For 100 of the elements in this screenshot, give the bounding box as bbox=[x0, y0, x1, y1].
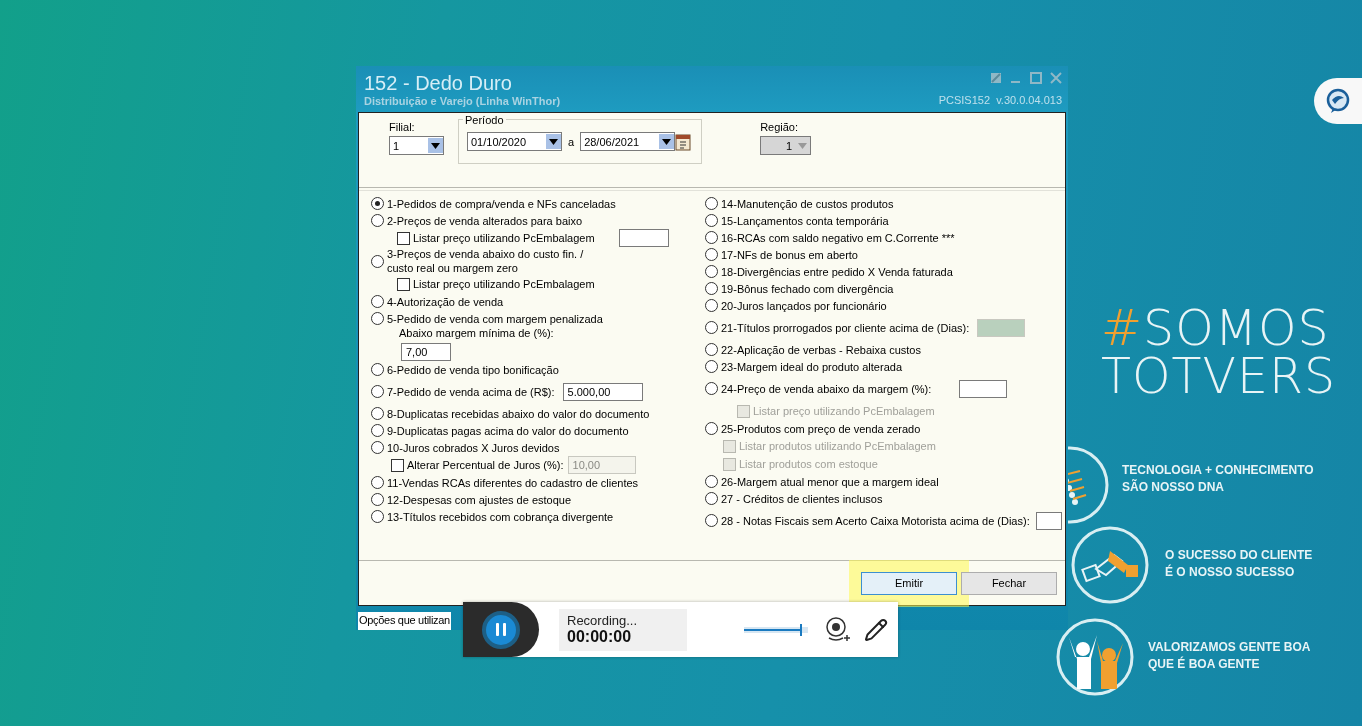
radio-button[interactable] bbox=[705, 231, 718, 244]
filial-label: Filial: bbox=[389, 121, 416, 133]
radio-button[interactable] bbox=[705, 299, 718, 312]
option-label: 20-Juros lançados por funcionário bbox=[721, 298, 887, 313]
option-label: 28 - Notas Fiscais sem Acerto Caixa Motorista acima de (Dias): bbox=[721, 513, 1030, 528]
radio-button[interactable] bbox=[705, 360, 718, 373]
option-label: 22-Aplicação de verbas - Rebaixa custos bbox=[721, 342, 921, 357]
option-label: 15-Lançamentos conta temporária bbox=[721, 213, 889, 228]
radio-button[interactable] bbox=[705, 282, 718, 295]
status-text: Opções que utilizan bbox=[358, 612, 451, 630]
option-label: 8-Duplicatas recebidas abaixo do valor do documento bbox=[387, 406, 650, 421]
checkbox-label: Alterar Percentual de Juros (%): bbox=[407, 459, 564, 471]
option-label: 19-Bônus fechado com divergência bbox=[721, 281, 894, 296]
option-label: 27 - Créditos de clientes inclusos bbox=[721, 491, 883, 506]
checkbox-label: Listar produtos com estoque bbox=[739, 458, 878, 470]
dropdown-arrow-icon[interactable] bbox=[431, 142, 440, 149]
checkbox-label: Listar produtos utilizando PcEmbalagem bbox=[739, 440, 936, 452]
input-field[interactable]: 5.000,00 bbox=[562, 382, 643, 401]
radio-button[interactable] bbox=[371, 197, 384, 210]
option-label: 2-Preços de venda alterados para baixo bbox=[387, 213, 583, 228]
period-label: Período bbox=[463, 114, 506, 126]
option-label: 1-Pedidos de compra/venda e NFs canceladas bbox=[387, 196, 616, 211]
option-label: 24-Preço de venda abaixo da margem (%): bbox=[721, 381, 932, 396]
option-label: 18-Divergências entre pedido X Venda faturada bbox=[721, 264, 953, 279]
radio-button[interactable] bbox=[705, 382, 718, 395]
option-label: 17-NFs de bonus em aberto bbox=[721, 247, 858, 262]
pencil-icon[interactable] bbox=[864, 617, 888, 642]
radio-button[interactable] bbox=[705, 514, 718, 527]
filial-select[interactable]: 1 bbox=[389, 136, 444, 155]
checkbox-label: Listar preço utilizando PcEmbalagem bbox=[753, 405, 935, 417]
radio-button[interactable] bbox=[705, 343, 718, 356]
chat-button[interactable] bbox=[1314, 78, 1362, 124]
dna-icon bbox=[1068, 445, 1110, 525]
window-title: 152 - Dedo Duro bbox=[364, 71, 513, 95]
radio-button[interactable] bbox=[705, 197, 718, 210]
checkbox-label: Listar preço utilizando PcEmbalagem bbox=[413, 278, 595, 290]
checkbox[interactable] bbox=[397, 231, 410, 245]
radio-button[interactable] bbox=[705, 321, 718, 334]
option-label: 6-Pedido de venda tipo bonificação bbox=[387, 362, 559, 377]
radio-button[interactable] bbox=[705, 265, 718, 278]
radio-button[interactable] bbox=[371, 441, 384, 454]
range-separator: a bbox=[568, 135, 575, 148]
option-label: 21-Títulos prorrogados por cliente acima de (Dias): bbox=[721, 320, 970, 335]
recording-timer: 00:00:00 bbox=[567, 628, 633, 646]
option-label: 11-Vendas RCAs diferentes do cadastro de clientes bbox=[387, 475, 639, 490]
window-subtitle: Distribuição e Varejo (Linha WinThor) bbox=[364, 95, 561, 107]
option-label: 26-Margem atual menor que a margem ideal bbox=[721, 474, 939, 489]
radio-button[interactable] bbox=[705, 475, 718, 488]
dropdown-arrow-icon[interactable] bbox=[549, 138, 558, 145]
option-label: 13-Títulos recebidos com cobrança divergente bbox=[387, 509, 614, 524]
radio-button[interactable] bbox=[705, 422, 718, 435]
volume-slider[interactable] bbox=[744, 626, 808, 633]
value-statement: O SUCESSO DO CLIENTE É O NOSSO SUCESSO bbox=[1165, 547, 1313, 581]
radio-button[interactable] bbox=[371, 385, 384, 398]
input-field[interactable] bbox=[959, 379, 1008, 398]
dropdown-arrow-icon[interactable] bbox=[662, 138, 672, 145]
option-label: 14-Manutenção de custos produtos bbox=[721, 196, 894, 211]
radio-button[interactable] bbox=[371, 510, 384, 523]
checkbox-label: Listar preço utilizando PcEmbalagem bbox=[413, 232, 595, 244]
radio-button[interactable] bbox=[371, 254, 384, 268]
region-label: Região: bbox=[760, 121, 800, 133]
option-label: 12-Despesas com ajustes de estoque bbox=[387, 492, 572, 507]
option-label: 7-Pedido de venda acima de (R$): bbox=[387, 384, 555, 399]
radio-button[interactable] bbox=[371, 424, 384, 437]
handshake-icon bbox=[1070, 525, 1150, 605]
option-label: 9-Duplicatas pagas acima do valor do documento bbox=[387, 423, 629, 438]
option-label: 4-Autorização de venda bbox=[387, 294, 504, 309]
radio-button[interactable] bbox=[371, 493, 384, 506]
radio-button[interactable] bbox=[705, 248, 718, 261]
field-label: Abaixo margem mínima de (%): bbox=[398, 327, 555, 341]
checkbox[interactable] bbox=[391, 458, 404, 472]
input-field[interactable] bbox=[1035, 511, 1062, 530]
webcam-icon[interactable] bbox=[824, 615, 850, 644]
end-date-field[interactable]: 28/06/2021 bbox=[580, 132, 676, 151]
radio-button[interactable] bbox=[705, 492, 718, 505]
action-button[interactable]: Emitir bbox=[861, 571, 957, 595]
radio-button[interactable] bbox=[371, 214, 384, 227]
radio-button[interactable] bbox=[371, 295, 384, 308]
option-label: 10-Juros cobrados X Juros devidos bbox=[387, 440, 560, 455]
radio-button[interactable] bbox=[371, 363, 384, 376]
radio-button[interactable] bbox=[705, 214, 718, 227]
option-label: 23-Margem ideal do produto alterada bbox=[721, 359, 902, 374]
pause-button[interactable] bbox=[482, 610, 520, 649]
value-statement: TECNOLOGIA + CONHECIMENTO SÃO NOSSO DNA bbox=[1122, 462, 1314, 496]
radio-button[interactable] bbox=[371, 476, 384, 489]
radio-button[interactable] bbox=[371, 312, 384, 325]
option-label: 16-RCAs com saldo negativo em C.Corrente *** bbox=[721, 230, 955, 245]
checkbox[interactable] bbox=[397, 277, 410, 291]
input-field[interactable] bbox=[618, 229, 669, 247]
value-statement: VALORIZAMOS GENTE BOA QUE É BOA GENTE bbox=[1148, 639, 1311, 673]
start-date-field[interactable]: 01/10/2020 bbox=[467, 132, 562, 151]
radio-button[interactable] bbox=[371, 407, 384, 420]
action-button[interactable]: Fechar bbox=[961, 571, 1057, 595]
option-label: 3-Preços de venda abaixo do custo fin. / custo real ou margem zero bbox=[387, 247, 584, 275]
chat-icon bbox=[1325, 88, 1351, 114]
people-icon bbox=[1055, 617, 1135, 697]
calendar-icon[interactable] bbox=[675, 132, 692, 151]
recording-status: Recording... bbox=[567, 613, 639, 628]
option-label: 25-Produtos com preço de venda zerado bbox=[721, 421, 921, 436]
input-field[interactable]: 7,00 bbox=[401, 343, 451, 361]
